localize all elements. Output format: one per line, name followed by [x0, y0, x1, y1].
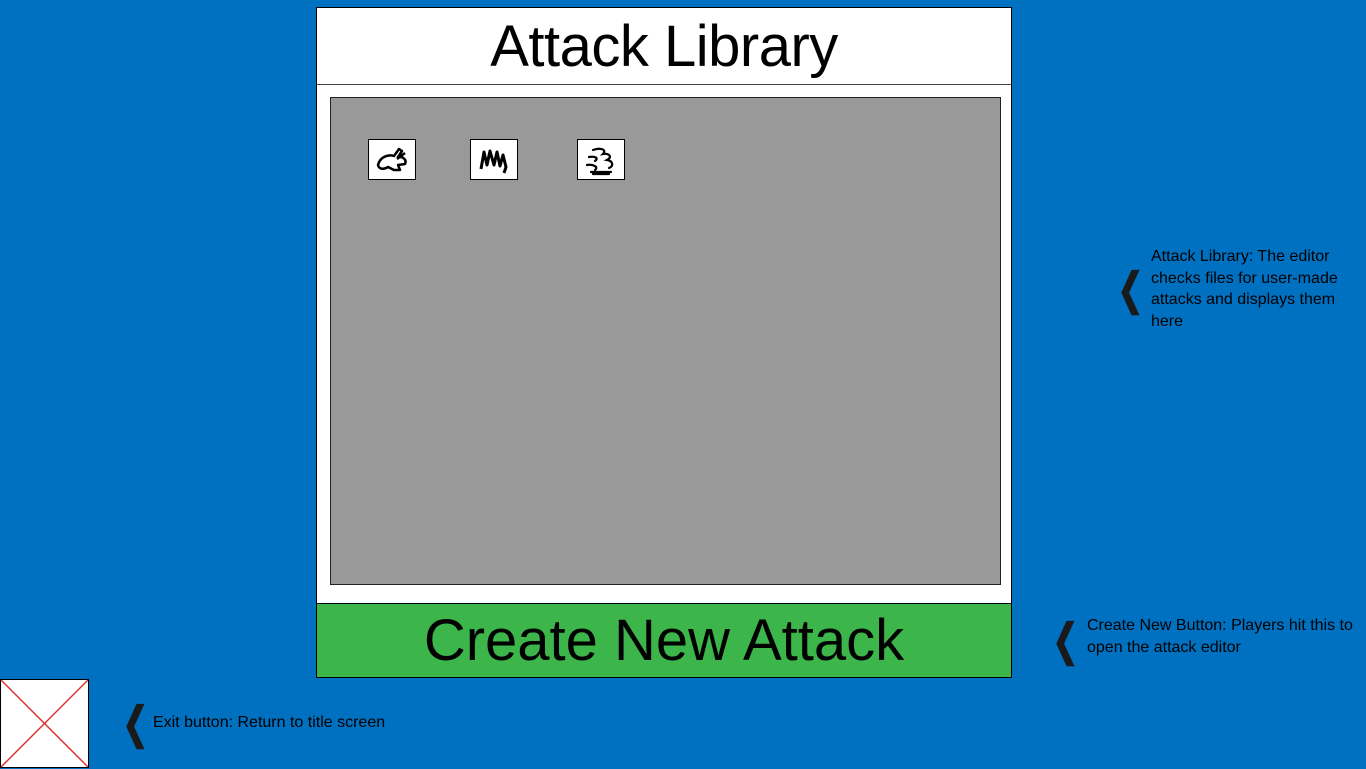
close-x-icon [1, 680, 88, 767]
pointer-chevron-icon: ❮ [1117, 265, 1144, 314]
pointer-chevron-icon: ❮ [1052, 616, 1079, 665]
create-button-annotation: Create New Button: Players hit this to o… [1087, 617, 1353, 656]
exit-button-annotation: Exit button: Return to title screen [153, 714, 386, 731]
rabbit-icon [376, 147, 407, 171]
page-title: Attack Library [490, 14, 838, 79]
attack-item-claw[interactable] [470, 139, 518, 180]
title-divider [317, 84, 1011, 85]
attack-library-grid [330, 97, 1001, 585]
claw-scratch-icon [479, 149, 508, 173]
attack-library-panel: Attack Library Create New Attack [316, 7, 1012, 678]
attack-item-whirlwind[interactable] [577, 139, 625, 180]
whirlwind-icon [585, 147, 614, 175]
library-annotation: Attack Library: The editor checks files … [1151, 248, 1338, 330]
pointer-chevron-icon: ❮ [122, 699, 149, 748]
create-new-attack-button[interactable]: Create New Attack [316, 603, 1012, 678]
attack-item-rabbit[interactable] [368, 139, 416, 180]
exit-button[interactable] [0, 679, 89, 768]
